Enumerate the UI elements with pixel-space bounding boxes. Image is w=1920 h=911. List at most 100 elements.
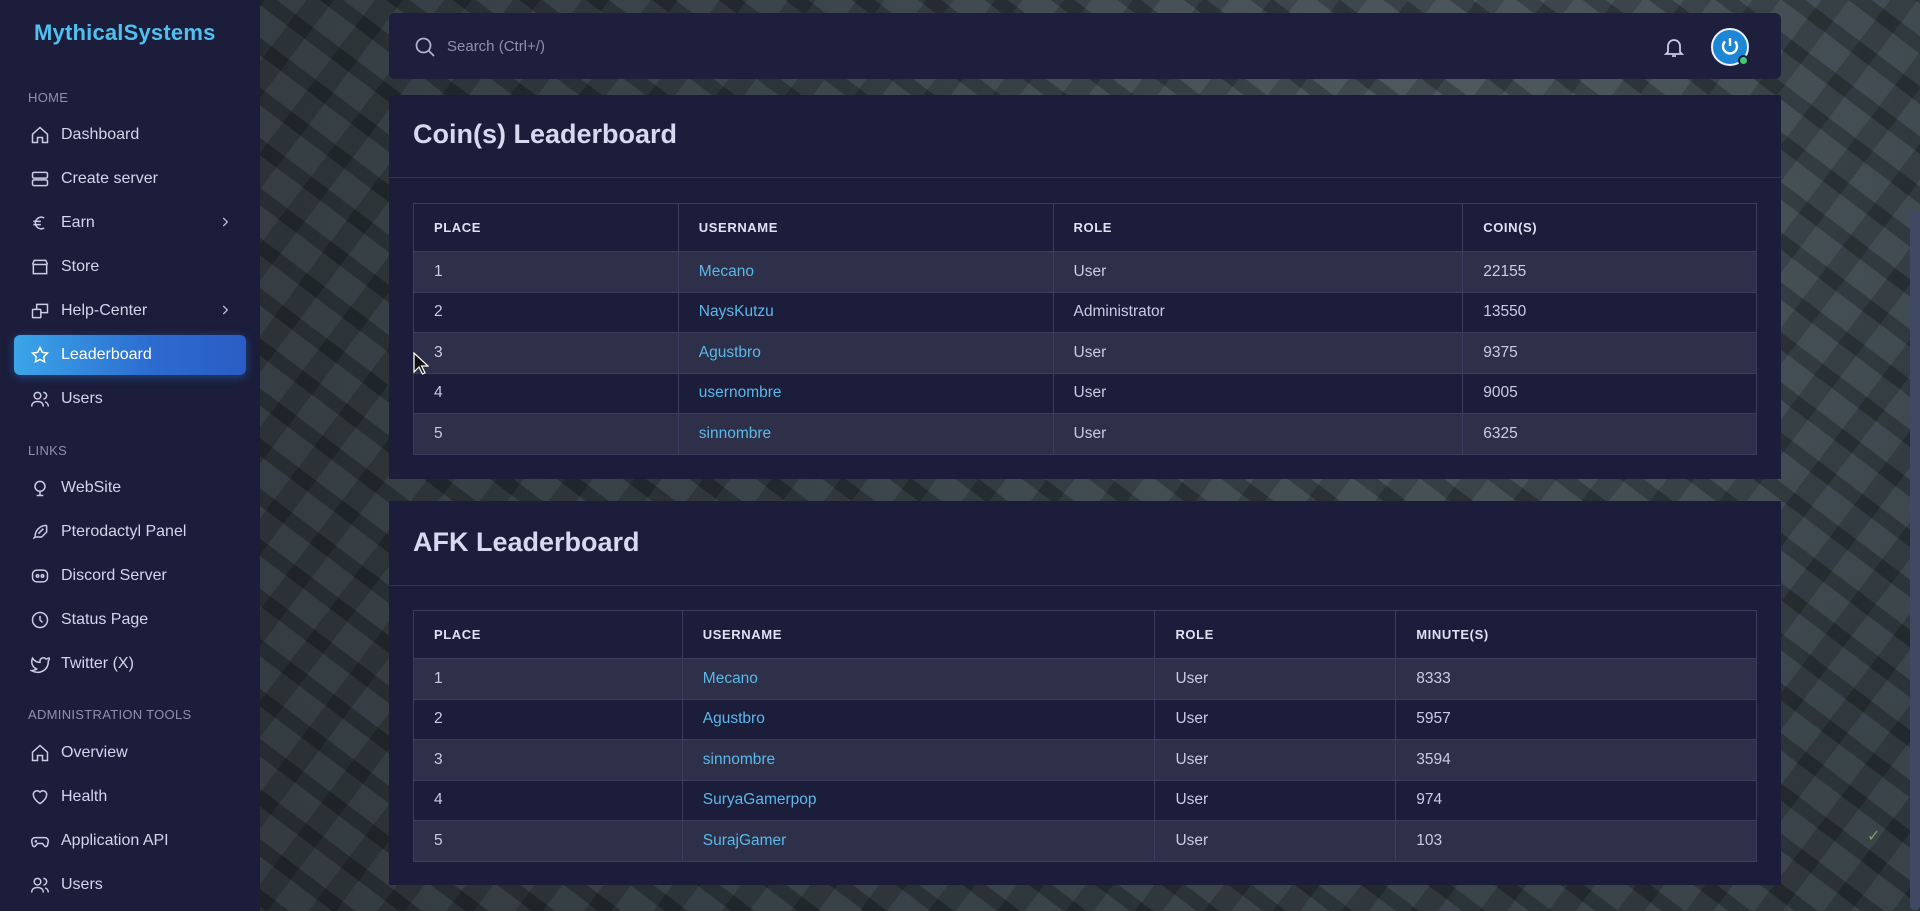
sidebar-item-label: Users	[61, 390, 103, 407]
username-link[interactable]: SurajGamer	[681, 820, 1156, 862]
afk-leaderboard-table: PLACE USERNAME ROLE MINUTE(S) 1 Mecano U…	[413, 610, 1757, 862]
coins-cell: 9375	[1462, 332, 1757, 374]
heart-icon	[32, 790, 48, 805]
sidebar-item-overview[interactable]: Overview	[14, 733, 246, 773]
minutes-cell: 974	[1395, 779, 1757, 821]
sidebar-item-status-page[interactable]: Status Page	[14, 600, 246, 640]
star-icon	[30, 345, 50, 364]
sidebar-item-application-api[interactable]: Application API	[14, 821, 246, 861]
username-link[interactable]: SuryaGamerpop	[681, 779, 1156, 821]
username-link[interactable]: sinnombre	[677, 413, 1054, 455]
column-header-place: PLACE	[413, 610, 683, 659]
column-header-role: ROLE	[1052, 203, 1464, 252]
chevron-right-icon	[222, 217, 229, 227]
role-cell: User	[1154, 698, 1397, 740]
app-logo[interactable]: MythicalSystems	[34, 20, 216, 46]
sidebar-item-discord-server[interactable]: Discord Server	[14, 556, 246, 596]
sidebar-item-label: Earn	[61, 214, 95, 231]
role-cell: User	[1154, 820, 1397, 862]
coins-leaderboard-card: Coin(s) Leaderboard PLACE USERNAME ROLE …	[389, 95, 1781, 479]
power-icon	[1721, 38, 1739, 55]
card-title: AFK Leaderboard	[413, 527, 640, 557]
sidebar-item-earn[interactable]: Earn	[14, 203, 246, 243]
bell-icon[interactable]	[1662, 35, 1686, 59]
sidebar-item-store[interactable]: Store	[14, 247, 246, 287]
website-icon	[34, 480, 46, 497]
sidebar-item-label: Create server	[61, 170, 158, 187]
table-row: 3 sinnombre User 3594	[413, 739, 1757, 781]
sidebar-item-label: Overview	[61, 744, 128, 761]
role-cell: User	[1154, 779, 1397, 821]
place-cell: 2	[413, 291, 679, 333]
username-link[interactable]: Agustbro	[681, 698, 1156, 740]
sidebar-item-twitter[interactable]: Twitter (X)	[14, 644, 246, 684]
place-cell: 4	[413, 372, 679, 414]
sidebar-item-website[interactable]: WebSite	[14, 468, 246, 508]
column-header-role: ROLE	[1154, 610, 1397, 659]
minutes-cell: 103	[1395, 820, 1757, 862]
sidebar-item-label: Application API	[61, 832, 169, 849]
table-header-row: PLACE USERNAME ROLE MINUTE(S)	[413, 610, 1757, 659]
sidebar: MythicalSystems HOME Dashboard Create se…	[0, 0, 260, 911]
place-cell: 2	[413, 698, 683, 740]
username-link[interactable]: NaysKutzu	[677, 291, 1054, 333]
username-link[interactable]: Agustbro	[677, 332, 1054, 374]
table-row: 1 Mecano User 8333	[413, 658, 1757, 700]
divider	[389, 585, 1781, 586]
table-row: 4 usernombre User 9005	[413, 372, 1757, 414]
username-link[interactable]: usernombre	[677, 372, 1054, 414]
minutes-cell: 8333	[1395, 658, 1757, 700]
twitter-icon	[30, 656, 50, 674]
sidebar-item-label: Store	[61, 258, 100, 275]
sidebar-item-dashboard[interactable]: Dashboard	[14, 115, 246, 155]
column-header-username: USERNAME	[681, 610, 1156, 659]
table-row: 2 NaysKutzu Administrator 13550	[413, 291, 1757, 333]
column-header-minutes: MINUTE(S)	[1395, 610, 1757, 659]
search-input[interactable]	[447, 33, 1047, 59]
sidebar-item-admin-users[interactable]: Users	[14, 865, 246, 905]
sidebar-item-users[interactable]: Users	[14, 379, 246, 419]
sidebar-item-help-center[interactable]: Help-Center	[14, 291, 246, 331]
place-cell: 5	[413, 820, 683, 862]
coins-cell: 22155	[1462, 251, 1757, 293]
sidebar-item-label: Pterodactyl Panel	[61, 523, 187, 540]
table-row: 1 Mecano User 22155	[413, 251, 1757, 293]
role-cell: User	[1052, 332, 1464, 374]
sidebar-item-pterodactyl-panel[interactable]: Pterodactyl Panel	[14, 512, 246, 552]
role-cell: User	[1052, 251, 1464, 293]
avatar[interactable]	[1711, 28, 1749, 66]
section-title-links: LINKS	[28, 443, 68, 458]
coins-cell: 9005	[1462, 372, 1757, 414]
coins-leaderboard-table: PLACE USERNAME ROLE COIN(S) 1 Mecano Use…	[413, 203, 1757, 455]
section-title-home: HOME	[28, 90, 69, 105]
place-cell: 4	[413, 779, 683, 821]
username-link[interactable]: Mecano	[677, 251, 1054, 293]
place-cell: 5	[413, 413, 679, 455]
role-cell: User	[1154, 658, 1397, 700]
sidebar-item-health[interactable]: Health	[14, 777, 246, 817]
column-header-username: USERNAME	[677, 203, 1054, 252]
sidebar-item-label: Users	[61, 876, 103, 893]
sidebar-item-leaderboard[interactable]: Leaderboard	[14, 335, 246, 375]
table-header-row: PLACE USERNAME ROLE COIN(S)	[413, 203, 1757, 252]
column-header-coins: COIN(S)	[1462, 203, 1757, 252]
sidebar-item-create-server[interactable]: Create server	[14, 159, 246, 199]
place-cell: 3	[413, 332, 679, 374]
store-icon	[31, 259, 49, 275]
page-scrollbar[interactable]	[1910, 210, 1920, 910]
chevron-right-icon	[222, 305, 229, 315]
clock-icon	[31, 611, 49, 629]
search-icon[interactable]	[413, 35, 437, 59]
gamepad-icon	[30, 836, 50, 848]
role-cell: Administrator	[1052, 291, 1464, 333]
sidebar-item-label: Leaderboard	[61, 346, 152, 363]
place-cell: 1	[413, 658, 683, 700]
username-link[interactable]: sinnombre	[681, 739, 1156, 781]
users-icon	[30, 877, 50, 893]
card-title: Coin(s) Leaderboard	[413, 119, 678, 149]
sidebar-item-label: WebSite	[61, 479, 122, 496]
username-link[interactable]: Mecano	[681, 658, 1156, 700]
place-cell: 3	[413, 739, 683, 781]
table-row: 5 SurajGamer User 103	[413, 820, 1757, 862]
home-icon	[31, 744, 49, 762]
